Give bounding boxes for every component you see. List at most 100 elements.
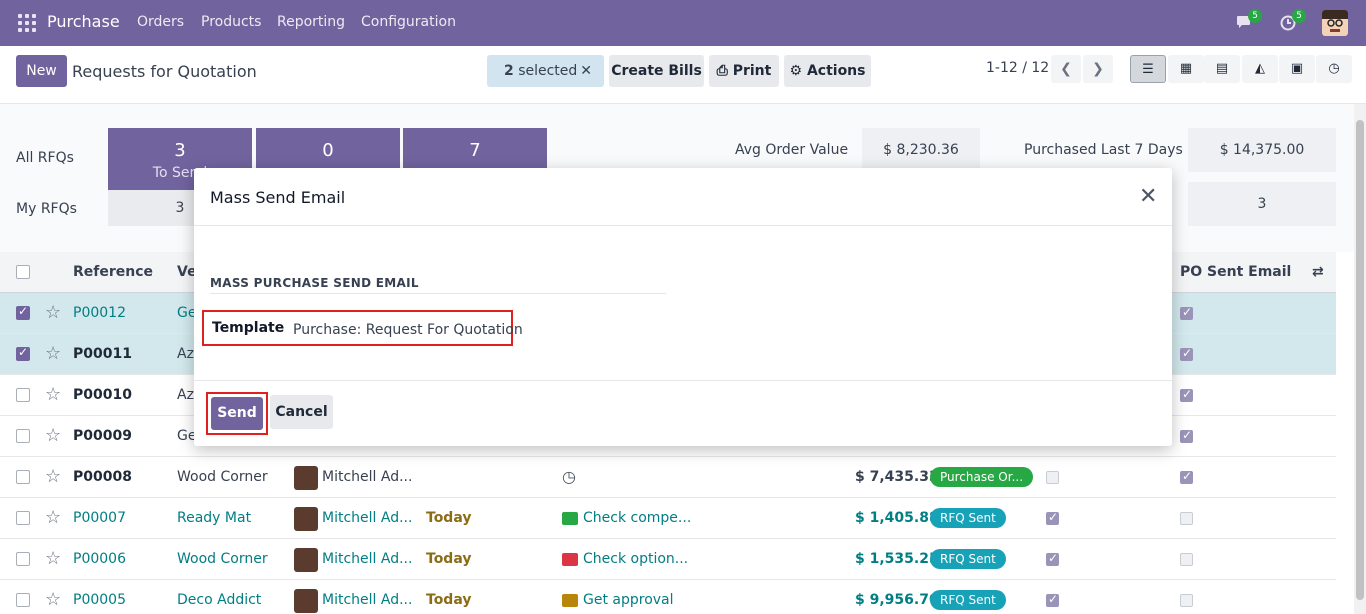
template-value[interactable]: Purchase: Request For Quotation <box>293 322 523 338</box>
menu-reporting[interactable]: Reporting <box>277 14 345 30</box>
star-icon[interactable]: ☆ <box>45 384 61 405</box>
column-po-sent-email[interactable]: PO Sent Email <box>1180 264 1291 280</box>
select-all-checkbox[interactable] <box>16 265 30 279</box>
page-title: Requests for Quotation <box>72 62 257 81</box>
pivot-view-icon[interactable]: ▤ <box>1204 55 1240 83</box>
table-row[interactable]: ☆ P00008 Wood Corner Mitchell Ad... ◷ $ … <box>0 457 1336 498</box>
po-sent-checkbox <box>1180 346 1193 361</box>
buyer-avatar <box>294 589 318 613</box>
send-highlight: Send <box>206 392 268 435</box>
star-icon[interactable]: ☆ <box>45 466 61 487</box>
row-checkbox[interactable] <box>16 388 30 402</box>
buyer-avatar <box>294 548 318 572</box>
unselect-close-icon[interactable]: ✕ <box>580 55 592 87</box>
activity-clock-icon[interactable]: ◷ <box>562 467 576 486</box>
star-icon[interactable]: ☆ <box>45 302 61 323</box>
star-icon[interactable]: ☆ <box>45 507 61 528</box>
row-activity[interactable]: Get approval <box>583 592 674 608</box>
row-activity[interactable]: Check option... <box>583 551 688 567</box>
send-button[interactable]: Send <box>211 397 263 430</box>
gear-icon: ⚙ <box>789 63 803 79</box>
print-icon: ⎙ <box>716 63 728 79</box>
dialog-header: Mass Send Email ✕ <box>194 168 1172 226</box>
table-row[interactable]: ☆ P00005 Deco Addict Mitchell Ad... Toda… <box>0 580 1336 614</box>
row-vendor: Ready Mat <box>177 510 252 526</box>
row-amount: $ 7,435.33 <box>855 469 939 485</box>
chat-icon[interactable]: 5 <box>1236 9 1262 30</box>
graph-view-icon[interactable]: ◭ <box>1242 55 1278 83</box>
create-bills-button[interactable]: Create Bills <box>609 55 704 87</box>
section-divider <box>210 293 666 294</box>
row-vendor: Az <box>177 387 194 403</box>
row-date: Today <box>426 510 472 526</box>
purchased-last-7-value: $ 14,375.00 <box>1188 128 1336 172</box>
close-icon[interactable]: ✕ <box>1139 184 1157 209</box>
pager-previous-icon[interactable]: ❮ <box>1051 55 1081 83</box>
template-field[interactable]: Template Purchase: Request For Quotation <box>202 310 523 346</box>
pager-value[interactable]: 1-12 / 12 <box>986 60 1049 76</box>
pager-next-icon[interactable]: ❯ <box>1083 55 1113 83</box>
tile-count: 7 <box>469 140 481 161</box>
buyer-avatar <box>294 466 318 490</box>
row-checkbox[interactable] <box>16 470 30 484</box>
avg-order-value: $ 8,230.36 <box>862 128 980 172</box>
row-vendor: Deco Addict <box>177 592 262 608</box>
activity-todo-icon[interactable] <box>562 594 578 607</box>
apps-grid-icon[interactable] <box>18 14 36 32</box>
menu-products[interactable]: Products <box>201 14 261 30</box>
row-activity[interactable]: Check compe... <box>583 510 691 526</box>
print-label: Print <box>732 63 772 79</box>
actions-button[interactable]: ⚙ Actions <box>784 55 871 87</box>
print-button[interactable]: ⎙ Print <box>709 55 779 87</box>
table-row[interactable]: ☆ P00006 Wood Corner Mitchell Ad... Toda… <box>0 539 1336 580</box>
po-sent-checkbox <box>1180 553 1193 566</box>
cancel-button[interactable]: Cancel <box>270 395 333 429</box>
selected-label: selected <box>518 63 578 79</box>
star-icon[interactable]: ☆ <box>45 589 61 610</box>
star-icon[interactable]: ☆ <box>45 548 61 569</box>
template-label: Template <box>212 320 285 336</box>
activity-todo-icon[interactable] <box>562 512 578 525</box>
dialog-title: Mass Send Email <box>210 188 346 207</box>
activity-badge: 5 <box>1292 9 1306 23</box>
row-date: Today <box>426 592 472 608</box>
row-vendor: Wood Corner <box>177 469 268 485</box>
scrollbar-thumb[interactable] <box>1356 120 1364 600</box>
all-rfqs-label: All RFQs <box>16 150 74 166</box>
po-sent-checkbox <box>1180 428 1193 443</box>
app-brand[interactable]: Purchase <box>47 12 120 31</box>
calendar-view-icon[interactable]: ▣ <box>1279 55 1315 83</box>
column-reference[interactable]: Reference <box>73 264 153 280</box>
optional-columns-icon[interactable]: ⇄ <box>1312 264 1324 280</box>
row-checkbox[interactable] <box>16 429 30 443</box>
table-row[interactable]: ☆ P00007 Ready Mat Mitchell Ad... Today … <box>0 498 1336 539</box>
top-navbar: Purchase Orders Products Reporting Confi… <box>0 0 1366 46</box>
buyer-avatar <box>294 507 318 531</box>
list-view-icon[interactable]: ☰ <box>1130 55 1166 83</box>
activity-todo-icon[interactable] <box>562 553 578 566</box>
activity-view-icon[interactable]: ◷ <box>1316 55 1352 83</box>
activity-clock-icon[interactable]: 5 <box>1280 9 1306 32</box>
control-panel: New Requests for Quotation 2 selected ✕ … <box>0 46 1366 104</box>
tile-count: 3 <box>174 140 186 161</box>
status-badge: RFQ Sent <box>930 549 1006 569</box>
section-title: MASS PURCHASE SEND EMAIL <box>210 276 419 290</box>
user-avatar[interactable] <box>1322 10 1348 36</box>
row-buyer: Mitchell Ad... <box>322 469 413 485</box>
row-checkbox[interactable] <box>16 593 30 607</box>
row-checkbox[interactable] <box>16 552 30 566</box>
status-badge: RFQ Sent <box>930 590 1006 610</box>
new-button[interactable]: New <box>16 55 67 87</box>
sent-checkbox <box>1046 592 1059 607</box>
menu-configuration[interactable]: Configuration <box>361 14 456 30</box>
status-badge: RFQ Sent <box>930 508 1006 528</box>
menu-orders[interactable]: Orders <box>137 14 184 30</box>
row-checkbox[interactable] <box>16 345 30 361</box>
row-checkbox[interactable] <box>16 511 30 525</box>
row-checkbox[interactable] <box>16 304 30 320</box>
row-amount: $ 1,405.88 <box>855 510 939 526</box>
star-icon[interactable]: ☆ <box>45 425 61 446</box>
kanban-view-icon[interactable]: ▦ <box>1168 55 1204 83</box>
star-icon[interactable]: ☆ <box>45 343 61 364</box>
status-badge: Purchase Or... <box>930 467 1034 487</box>
